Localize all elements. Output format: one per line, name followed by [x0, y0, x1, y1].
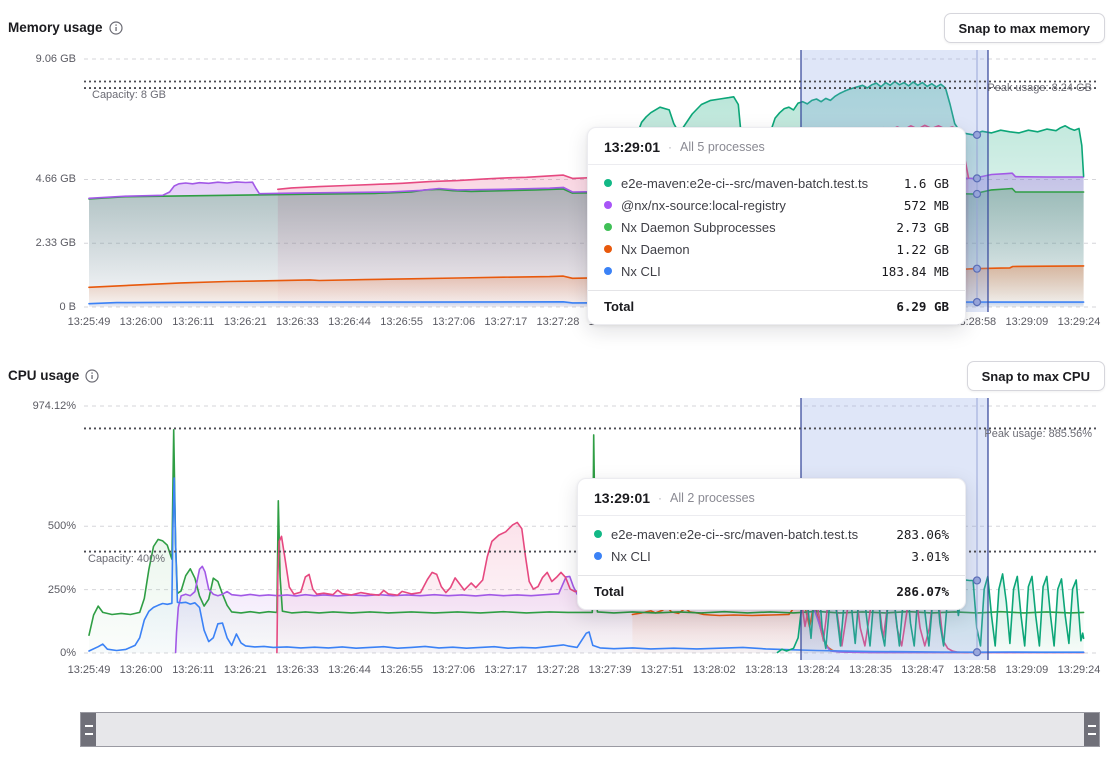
y-tick-label: 500% [6, 520, 76, 532]
tooltip-subtitle: All 5 processes [680, 140, 765, 154]
process-color-dot-icon [604, 179, 612, 187]
cpu-usage-title-text: CPU usage [8, 368, 79, 383]
tooltip-process-row: Nx Daemon 1.22 GB [604, 238, 949, 260]
x-tick-label: 13:29:24 [1048, 664, 1110, 676]
cpu-peak-label: Peak usage: 885.56% [930, 428, 1092, 440]
y-tick-label: 9.06 GB [6, 53, 76, 65]
process-value: 183.84 MB [881, 264, 949, 279]
memory-tooltip: 13:29:01 · All 5 processes e2e-maven:e2e-ci… [587, 127, 966, 325]
memory-usage-title-text: Memory usage [8, 20, 103, 35]
total-value: 6.29 GB [896, 299, 949, 314]
tooltip-header: 13:29:01 · All 2 processes [578, 479, 965, 516]
tooltip-subtitle: All 2 processes [670, 491, 755, 505]
timeline-brush-track[interactable] [80, 712, 1100, 747]
process-color-dot-icon [604, 223, 612, 231]
cpu-capacity-label: Capacity: 400% [88, 553, 165, 565]
profiler-page: Memory usage Snap to max memory 9.06 GB 4… [0, 0, 1118, 761]
tooltip-time: 13:29:01 [604, 139, 660, 155]
tooltip-process-row: Nx CLI 183.84 MB [604, 260, 949, 282]
total-label: Total [594, 584, 896, 599]
tooltip-process-row: e2e-maven:e2e-ci--src/maven-batch.test.t… [604, 172, 949, 194]
process-name: e2e-maven:e2e-ci--src/maven-batch.test.t… [621, 176, 895, 191]
process-name: Nx Daemon [621, 242, 887, 257]
info-icon[interactable] [109, 21, 123, 35]
cpu-tooltip: 13:29:01 · All 2 processes e2e-maven:e2e-ci… [577, 478, 966, 610]
tooltip-separator: · [668, 140, 672, 154]
process-name: Nx CLI [621, 264, 872, 279]
memory-capacity-label: Capacity: 8 GB [92, 89, 166, 101]
process-name: Nx CLI [611, 549, 902, 564]
process-value: 3.01% [911, 549, 949, 564]
process-value: 1.6 GB [904, 176, 949, 191]
y-tick-label: 0% [6, 647, 76, 659]
tooltip-process-row: Nx Daemon Subprocesses 2.73 GB [604, 216, 949, 238]
process-color-dot-icon [604, 267, 612, 275]
process-value: 1.22 GB [896, 242, 949, 257]
grip-icon [1088, 725, 1096, 735]
tooltip-process-row: @nx/nx-source:local-registry 572 MB [604, 194, 949, 216]
brush-right-handle[interactable] [1084, 713, 1099, 746]
process-color-dot-icon [604, 201, 612, 209]
snap-to-max-memory-button[interactable]: Snap to max memory [944, 13, 1106, 43]
memory-usage-title: Memory usage [8, 20, 123, 35]
tooltip-process-row: Nx CLI 3.01% [594, 545, 949, 567]
process-color-dot-icon [594, 552, 602, 560]
y-tick-label: 4.66 GB [6, 173, 76, 185]
memory-peak-label: Peak usage: 8.24 GB [930, 82, 1092, 94]
tooltip-total-row: Total286.07% [578, 575, 965, 609]
info-icon[interactable] [85, 369, 99, 383]
y-tick-label: 2.33 GB [6, 237, 76, 249]
process-name: Nx Daemon Subprocesses [621, 220, 887, 235]
process-name: @nx/nx-source:local-registry [621, 198, 895, 213]
process-color-dot-icon [594, 530, 602, 538]
x-tick-label: 13:29:24 [1048, 316, 1110, 328]
snap-to-max-cpu-button[interactable]: Snap to max CPU [967, 361, 1105, 391]
process-value: 283.06% [896, 527, 949, 542]
y-tick-label: 974.12% [6, 400, 76, 412]
process-value: 2.73 GB [896, 220, 949, 235]
tooltip-total-row: Total6.29 GB [588, 290, 965, 324]
total-label: Total [604, 299, 896, 314]
tooltip-separator: · [658, 491, 662, 505]
y-tick-label: 250% [6, 584, 76, 596]
y-tick-label: 0 B [6, 301, 76, 313]
brush-left-handle[interactable] [81, 713, 96, 746]
process-value: 572 MB [904, 198, 949, 213]
process-color-dot-icon [604, 245, 612, 253]
tooltip-time: 13:29:01 [594, 490, 650, 506]
grip-icon [85, 725, 93, 735]
tooltip-process-row: e2e-maven:e2e-ci--src/maven-batch.test.t… [594, 523, 949, 545]
tooltip-header: 13:29:01 · All 5 processes [588, 128, 965, 165]
total-value: 286.07% [896, 584, 949, 599]
cpu-usage-title: CPU usage [8, 368, 99, 383]
process-name: e2e-maven:e2e-ci--src/maven-batch.test.t… [611, 527, 887, 542]
